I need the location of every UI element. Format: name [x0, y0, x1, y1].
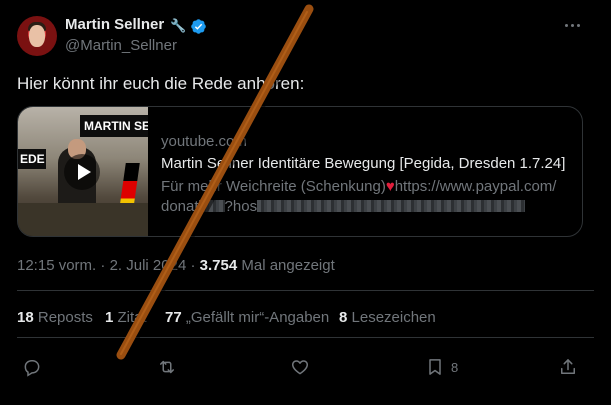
card-description: Für mehr Weichreite (Schenkung)♥https://… [161, 177, 575, 217]
card-title: Martin Sellner Identitäre Bewegung [Pegi… [161, 155, 566, 172]
reposts-label: Reposts [37, 309, 93, 326]
card-description-line2-mid: ?hos [224, 198, 258, 215]
repost-icon [160, 360, 174, 374]
likes-count: 77 [165, 309, 182, 326]
views-count: 3.754 [199, 257, 238, 274]
card-domain: youtube.com [161, 133, 247, 150]
meta-separator: · [190, 257, 196, 274]
link-card[interactable]: MARTIN SE EDE youtube.com Martin Sellner… [17, 106, 583, 237]
reply-icon [24, 360, 40, 377]
divider [17, 290, 594, 291]
redacted-block [198, 200, 225, 212]
verified-icon [191, 18, 206, 34]
stat-likes[interactable]: 77 „Gefällt mir“-Angaben [165, 309, 329, 326]
reposts-count: 18 [17, 309, 34, 326]
bookmarks-label: Lesezeichen [351, 309, 436, 326]
stat-reposts[interactable]: 18 Reposts [17, 309, 93, 326]
stat-bookmarks[interactable]: 8 Lesezeichen [339, 309, 436, 326]
quotes-label: Zitat [117, 309, 147, 326]
author-name[interactable]: Martin Sellner [65, 16, 164, 33]
tweet-date[interactable]: 2. Juli 2024 [110, 257, 187, 274]
tweet-text: Hier könnt ihr euch die Rede anhören: [17, 74, 305, 93]
bookmark-button[interactable]: 8 [425, 356, 458, 378]
thumbnail-side-label: EDE [18, 149, 46, 169]
play-icon[interactable] [64, 154, 100, 190]
author-badges: 🔧 [170, 17, 207, 35]
tweet-meta: 12:15 vorm. · 2. Juli 2024 · 3.754 Mal a… [17, 257, 335, 274]
views-label: Mal angezeigt [241, 257, 335, 274]
like-button[interactable] [290, 356, 310, 378]
card-description-line2-start: donat [161, 198, 199, 215]
more-options-icon[interactable] [562, 15, 582, 35]
meta-separator: · [100, 257, 106, 274]
card-description-link: https://www.paypal.com/ [394, 178, 557, 195]
avatar[interactable] [17, 16, 57, 56]
share-button[interactable] [558, 356, 578, 378]
wrench-emoji: 🔧 [170, 18, 187, 33]
heart-emoji: ♥ [385, 178, 395, 195]
thumbnail-banner: MARTIN SE [80, 115, 148, 137]
bookmark-count: 8 [451, 359, 459, 375]
like-icon [291, 360, 309, 375]
bookmarks-count: 8 [339, 309, 348, 326]
quotes-count: 1 [105, 309, 114, 326]
redacted-block [257, 200, 526, 212]
bookmark-icon [429, 359, 441, 375]
tweet-time[interactable]: 12:15 vorm. [17, 257, 96, 274]
share-icon [561, 359, 575, 374]
tweet: Martin Sellner 🔧 @Martin_Sellner Hier kö… [0, 0, 611, 405]
divider [17, 337, 594, 338]
card-description-text: Für mehr Weichreite (Schenkung) [161, 178, 386, 195]
likes-label: „Gefällt mir“-Angaben [185, 309, 330, 326]
video-thumbnail[interactable]: MARTIN SE EDE [18, 107, 148, 236]
reply-button[interactable] [22, 356, 42, 378]
repost-button[interactable] [157, 356, 177, 378]
stat-quotes[interactable]: 1 Zitat [105, 309, 147, 326]
author-handle[interactable]: @Martin_Sellner [65, 37, 177, 54]
